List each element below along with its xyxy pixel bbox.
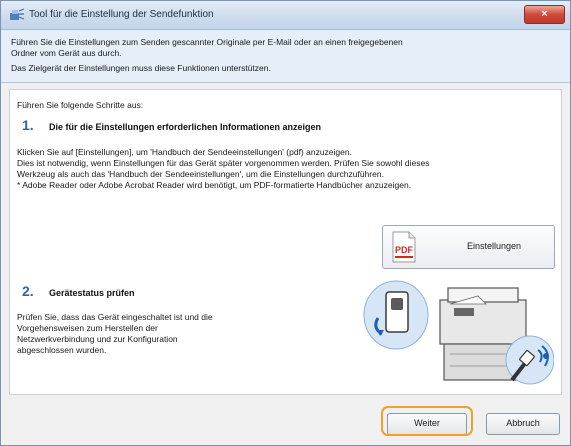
step-2-number: 2.: [22, 283, 34, 299]
pdf-document-icon: PDF: [392, 231, 416, 263]
step-2-title: Gerätestatus prüfen: [49, 288, 135, 298]
cancel-button[interactable]: Abbruch: [486, 413, 560, 435]
einstellungen-label: Einstellungen: [467, 241, 522, 251]
pdf-icon-label: PDF: [395, 245, 414, 255]
close-button[interactable]: ×: [524, 5, 565, 24]
app-icon: [10, 8, 25, 20]
info-line: Ordner vom Gerät aus durch.: [11, 48, 122, 58]
einstellungen-button[interactable]: PDF Einstellungen: [382, 225, 555, 269]
window-title: Tool für die Einstellung der Sendefunkti…: [29, 9, 214, 20]
device-status-illustration: [363, 280, 554, 385]
step-1-desc: Werkzeug als auch das 'Handbuch der Send…: [17, 169, 384, 179]
intro-text: Führen Sie folgende Schritte aus:: [17, 100, 144, 110]
step-2-desc: Vorgehensweisen zum Herstellen der: [17, 323, 158, 333]
footer-bar: Weiter Abbruch: [1, 395, 570, 445]
step-2-desc: abgeschlossen wurden.: [17, 345, 107, 355]
dialog-window: Tool für die Einstellung der Sendefunkti…: [0, 0, 571, 446]
step-1-number: 1.: [22, 117, 34, 133]
step-1-desc: Dies ist notwendig, wenn Einstellungen f…: [17, 158, 430, 168]
title-bar[interactable]: Tool für die Einstellung der Sendefunkti…: [1, 1, 570, 30]
step-2-desc: Netzwerkverbindung und zur Konfiguration: [17, 334, 178, 344]
info-line: Führen Sie die Einstellungen zum Senden …: [11, 37, 403, 47]
main-panel: Führen Sie folgende Schritte aus: 1. Die…: [9, 89, 562, 395]
step-1-desc: Klicken Sie auf [Einstellungen], um 'Han…: [17, 147, 352, 157]
step-1-desc: * Adobe Reader oder Adobe Acrobat Reader…: [17, 180, 412, 190]
next-button-highlight: [381, 406, 473, 436]
step-1-title: Die für die Einstellungen erforderlichen…: [49, 122, 322, 132]
info-line: Das Zielgerät der Einstellungen muss die…: [11, 63, 271, 73]
step-2-desc: Prüfen Sie, dass das Gerät eingeschaltet…: [17, 312, 213, 322]
info-band: Führen Sie die Einstellungen zum Senden …: [1, 30, 570, 83]
network-cable-icon: [505, 335, 554, 385]
